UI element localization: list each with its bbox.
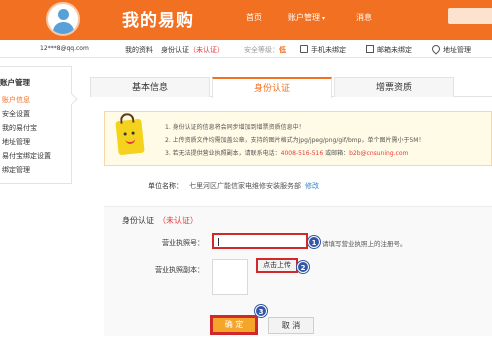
text-cursor	[218, 238, 219, 246]
bag-handle-shape	[119, 112, 135, 124]
sidebar-item-address[interactable]: 地址管理	[2, 137, 30, 147]
company-label: 单位名称：	[148, 182, 183, 190]
address-management-label: 地址管理	[443, 46, 471, 54]
notice-line-3: 3. 若无法提供营业执照副本，请联系电话：4008-516-516 或邮箱：b2…	[165, 148, 408, 157]
notice-line-2: 2. 上传资质文件均需加盖公章，支持的图片格式为jpg/jpeg/png/gif…	[165, 137, 425, 144]
sidebar-item-account-info[interactable]: 账户信息	[2, 95, 30, 105]
email-binding-link[interactable]: 邮箱未绑定	[366, 45, 412, 55]
id-auth-link[interactable]: 身份认证（未认证）	[161, 45, 224, 55]
id-auth-label: 身份认证	[161, 46, 189, 54]
address-management-link[interactable]: 地址管理	[430, 43, 471, 55]
step-marker-2: 2	[297, 261, 309, 273]
license-number-input[interactable]	[212, 233, 308, 249]
bag-right-eye	[131, 131, 135, 135]
location-icon	[430, 43, 442, 55]
notice-box: 1. 身份认证的信息将会同步增加到增票资质信息中！ 2. 上传资质文件均需加盖公…	[104, 111, 492, 166]
upload-button[interactable]: 点击上传	[256, 258, 298, 273]
avatar-body-shape	[53, 22, 74, 34]
avatar[interactable]	[46, 2, 80, 36]
contact-email[interactable]: b2b@cnsuning.com	[349, 150, 408, 157]
shopping-bag-mascot-icon	[115, 112, 145, 156]
tab-basic-info[interactable]: 基本信息	[90, 77, 210, 97]
top-header: 我的易购 首页 账户管理 ▾ 消息	[0, 0, 492, 40]
sidebar-title: 账户管理	[0, 78, 30, 87]
my-info-link[interactable]: 我的资料	[125, 45, 153, 55]
nav-messages[interactable]: 消息	[356, 12, 372, 23]
security-level-label: 安全等级：	[244, 46, 279, 54]
sidebar-item-wallet-binding[interactable]: 易付宝绑定设置	[2, 151, 51, 161]
username: 12***8@qq.com	[40, 45, 89, 52]
license-copy-label: 营业执照副本：	[155, 266, 204, 274]
step-marker-3: 3	[255, 305, 267, 317]
license-number-label: 营业执照号：	[162, 239, 204, 247]
brand-title: 我的易购	[122, 11, 194, 31]
phone-icon	[300, 45, 308, 53]
nav-home[interactable]: 首页	[246, 12, 262, 23]
company-row: 单位名称： 七里河区广能信家电维修安装服务部 修改	[148, 181, 319, 191]
account-info-bar: 12***8@qq.com 我的资料 身份认证（未认证） 安全等级：低 手机未绑…	[0, 40, 492, 58]
cancel-button[interactable]: 取 消	[268, 317, 314, 334]
nav-account-management[interactable]: 账户管理 ▾	[288, 12, 325, 23]
mail-icon	[366, 45, 374, 53]
form-section-title: 身份认证 （未认证）	[122, 215, 198, 226]
license-number-hint: 请填写营业执照上的注册号。	[322, 240, 407, 248]
sidebar-active-arrow	[66, 93, 78, 105]
step-marker-1: 1	[308, 236, 320, 248]
security-level-value: 低	[279, 46, 286, 54]
tab-id-auth[interactable]: 身份认证	[212, 77, 332, 98]
notice-line-3-text: 3. 若无法提供营业执照副本，请联系电话：	[165, 150, 281, 157]
nav-account-label: 账户管理	[288, 13, 320, 22]
tab-vat-qualification[interactable]: 增票资质	[334, 77, 454, 97]
sidebar-item-binding-management[interactable]: 绑定管理	[2, 165, 30, 175]
sidebar-item-security[interactable]: 安全设置	[2, 109, 30, 119]
header-search-box[interactable]	[448, 8, 492, 24]
notice-line-1: 1. 身份认证的信息将会同步增加到增票资质信息中！	[165, 124, 305, 131]
avatar-head-shape	[58, 9, 69, 20]
sidebar-item-wallet[interactable]: 我的易付宝	[2, 123, 37, 133]
bag-mouth	[125, 138, 136, 145]
sidebar: 账户管理 账户信息 安全设置 我的易付宝 地址管理 易付宝绑定设置 绑定管理	[0, 66, 78, 184]
license-copy-preview	[212, 259, 248, 295]
phone-binding-label: 手机未绑定	[311, 46, 346, 54]
company-name: 七里河区广能信家电维修安装服务部	[189, 182, 301, 190]
security-level: 安全等级：低	[244, 45, 286, 55]
tab-bar: 基本信息 身份认证 增票资质	[90, 77, 492, 98]
form-section-title-text: 身份认证	[122, 216, 154, 225]
confirm-button[interactable]: 确 定	[210, 315, 258, 335]
bag-left-eye	[123, 132, 127, 136]
email-binding-label: 邮箱未绑定	[377, 46, 412, 54]
id-auth-status: （未认证）	[189, 46, 224, 54]
modify-company-link[interactable]: 修改	[305, 182, 319, 190]
form-section-status: （未认证）	[158, 216, 198, 225]
notice-email-prefix: 或邮箱：	[325, 150, 350, 157]
contact-phone: 4008-516-516	[280, 150, 324, 157]
phone-binding-link[interactable]: 手机未绑定	[300, 45, 346, 55]
chevron-down-icon: ▾	[322, 15, 326, 22]
